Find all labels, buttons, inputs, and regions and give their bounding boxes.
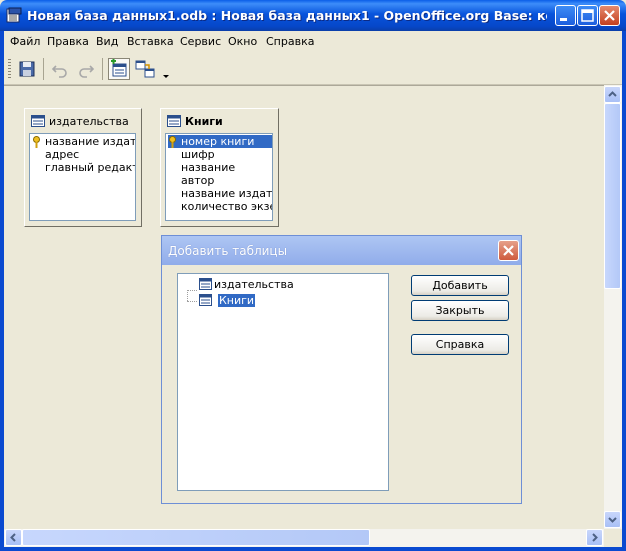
openoffice-base-icon	[6, 7, 22, 23]
primary-key-icon	[169, 136, 176, 148]
table-window-header[interactable]: издательства	[25, 109, 141, 131]
add-tables-button[interactable]	[108, 58, 130, 80]
minimize-button[interactable]	[555, 5, 576, 26]
table-window-books[interactable]: Книги номер книги шифр название автор на…	[160, 108, 279, 227]
vertical-scroll-thumb[interactable]	[604, 103, 621, 289]
dialog-title: Добавить таблицы	[168, 244, 288, 258]
dialog-titlebar[interactable]: Добавить таблицы	[162, 236, 521, 265]
menu-edit[interactable]: Правка	[47, 35, 89, 48]
chevron-down-icon	[608, 517, 617, 523]
add-relation-icon	[135, 60, 155, 78]
table-icon	[199, 294, 212, 306]
scroll-down-button[interactable]	[604, 511, 621, 528]
field-item[interactable]: название издател	[181, 187, 272, 200]
primary-key-icon	[33, 136, 40, 148]
add-tables-icon	[111, 59, 127, 77]
menu-insert[interactable]: Вставка	[127, 35, 174, 48]
toolbar-separator	[43, 58, 44, 80]
tree-connector	[187, 301, 197, 302]
tables-tree[interactable]: издательства Книги	[177, 273, 389, 491]
field-item[interactable]: главный редактор	[45, 161, 135, 174]
field-item[interactable]: название	[181, 161, 235, 174]
field-item[interactable]: количество экзем	[181, 200, 272, 213]
horizontal-scroll-thumb[interactable]	[22, 529, 370, 546]
menu-bar: Файл Правка Вид Вставка Сервис Окно Спра…	[0, 31, 626, 53]
toolbar-options-button[interactable]	[160, 58, 172, 80]
table-window-header[interactable]: Книги	[161, 109, 278, 131]
menu-help[interactable]: Справка	[266, 35, 314, 48]
minimize-icon	[560, 18, 567, 21]
field-item[interactable]: шифр	[181, 148, 215, 161]
field-item[interactable]: автор	[181, 174, 214, 187]
maximize-button[interactable]	[577, 5, 598, 26]
tree-item[interactable]: издательства	[214, 278, 294, 291]
menu-tools[interactable]: Сервис	[180, 35, 221, 48]
menu-view[interactable]: Вид	[96, 35, 118, 48]
save-icon	[19, 61, 35, 77]
table-window-title: Книги	[185, 115, 223, 128]
dialog-close-button[interactable]	[498, 240, 519, 261]
close-icon	[503, 245, 514, 256]
field-item[interactable]: название издател	[45, 135, 135, 148]
vertical-scrollbar[interactable]	[604, 85, 622, 529]
chevron-down-icon	[163, 75, 169, 78]
tree-connector	[187, 290, 188, 301]
horizontal-scrollbar[interactable]	[4, 529, 604, 547]
undo-icon	[51, 65, 67, 78]
help-button[interactable]: Справка	[411, 334, 509, 355]
maximize-icon	[581, 9, 594, 22]
close-icon	[604, 10, 615, 21]
save-button[interactable]	[16, 58, 38, 80]
toolbar	[4, 53, 622, 85]
close-window-button[interactable]	[599, 5, 620, 26]
chevron-right-icon	[592, 533, 598, 542]
chevron-up-icon	[608, 91, 617, 97]
table-window-publishers[interactable]: издательства название издател адрес глав…	[24, 108, 142, 227]
table-icon	[31, 115, 45, 127]
field-list[interactable]: номер книги шифр название автор название…	[165, 133, 273, 221]
table-icon	[199, 278, 212, 290]
window-titlebar: Новая база данных1.odb : Новая база данн…	[0, 0, 626, 31]
scrollbar-corner	[604, 529, 622, 547]
window-frame-bottom	[0, 547, 626, 551]
toolbar-separator	[102, 58, 103, 80]
add-button[interactable]: Добавить	[411, 275, 509, 296]
chevron-left-icon	[10, 533, 16, 542]
menu-window[interactable]: Окно	[228, 35, 257, 48]
tree-connector	[187, 290, 197, 291]
undo-button[interactable]	[49, 58, 71, 80]
field-item-selected[interactable]: номер книги	[168, 135, 272, 148]
scroll-left-button[interactable]	[5, 529, 22, 546]
redo-button[interactable]	[75, 58, 97, 80]
field-list[interactable]: название издател адрес главный редактор	[29, 133, 136, 221]
menu-file[interactable]: Файл	[10, 35, 40, 48]
table-icon	[167, 115, 181, 127]
tree-item-selected[interactable]: Книги	[218, 294, 256, 307]
add-relation-button[interactable]	[134, 58, 156, 80]
scroll-up-button[interactable]	[604, 86, 621, 103]
table-window-title: издательства	[49, 115, 129, 128]
window-title: Новая база данных1.odb : Новая база данн…	[27, 8, 547, 23]
close-button[interactable]: Закрыть	[411, 300, 509, 321]
redo-icon	[79, 65, 95, 78]
field-item[interactable]: адрес	[45, 148, 79, 161]
window-frame-right	[622, 31, 626, 551]
toolbar-grip[interactable]	[8, 59, 11, 79]
scroll-right-button[interactable]	[586, 529, 603, 546]
add-tables-dialog: Добавить таблицы издательства Книги Доба…	[161, 235, 522, 504]
